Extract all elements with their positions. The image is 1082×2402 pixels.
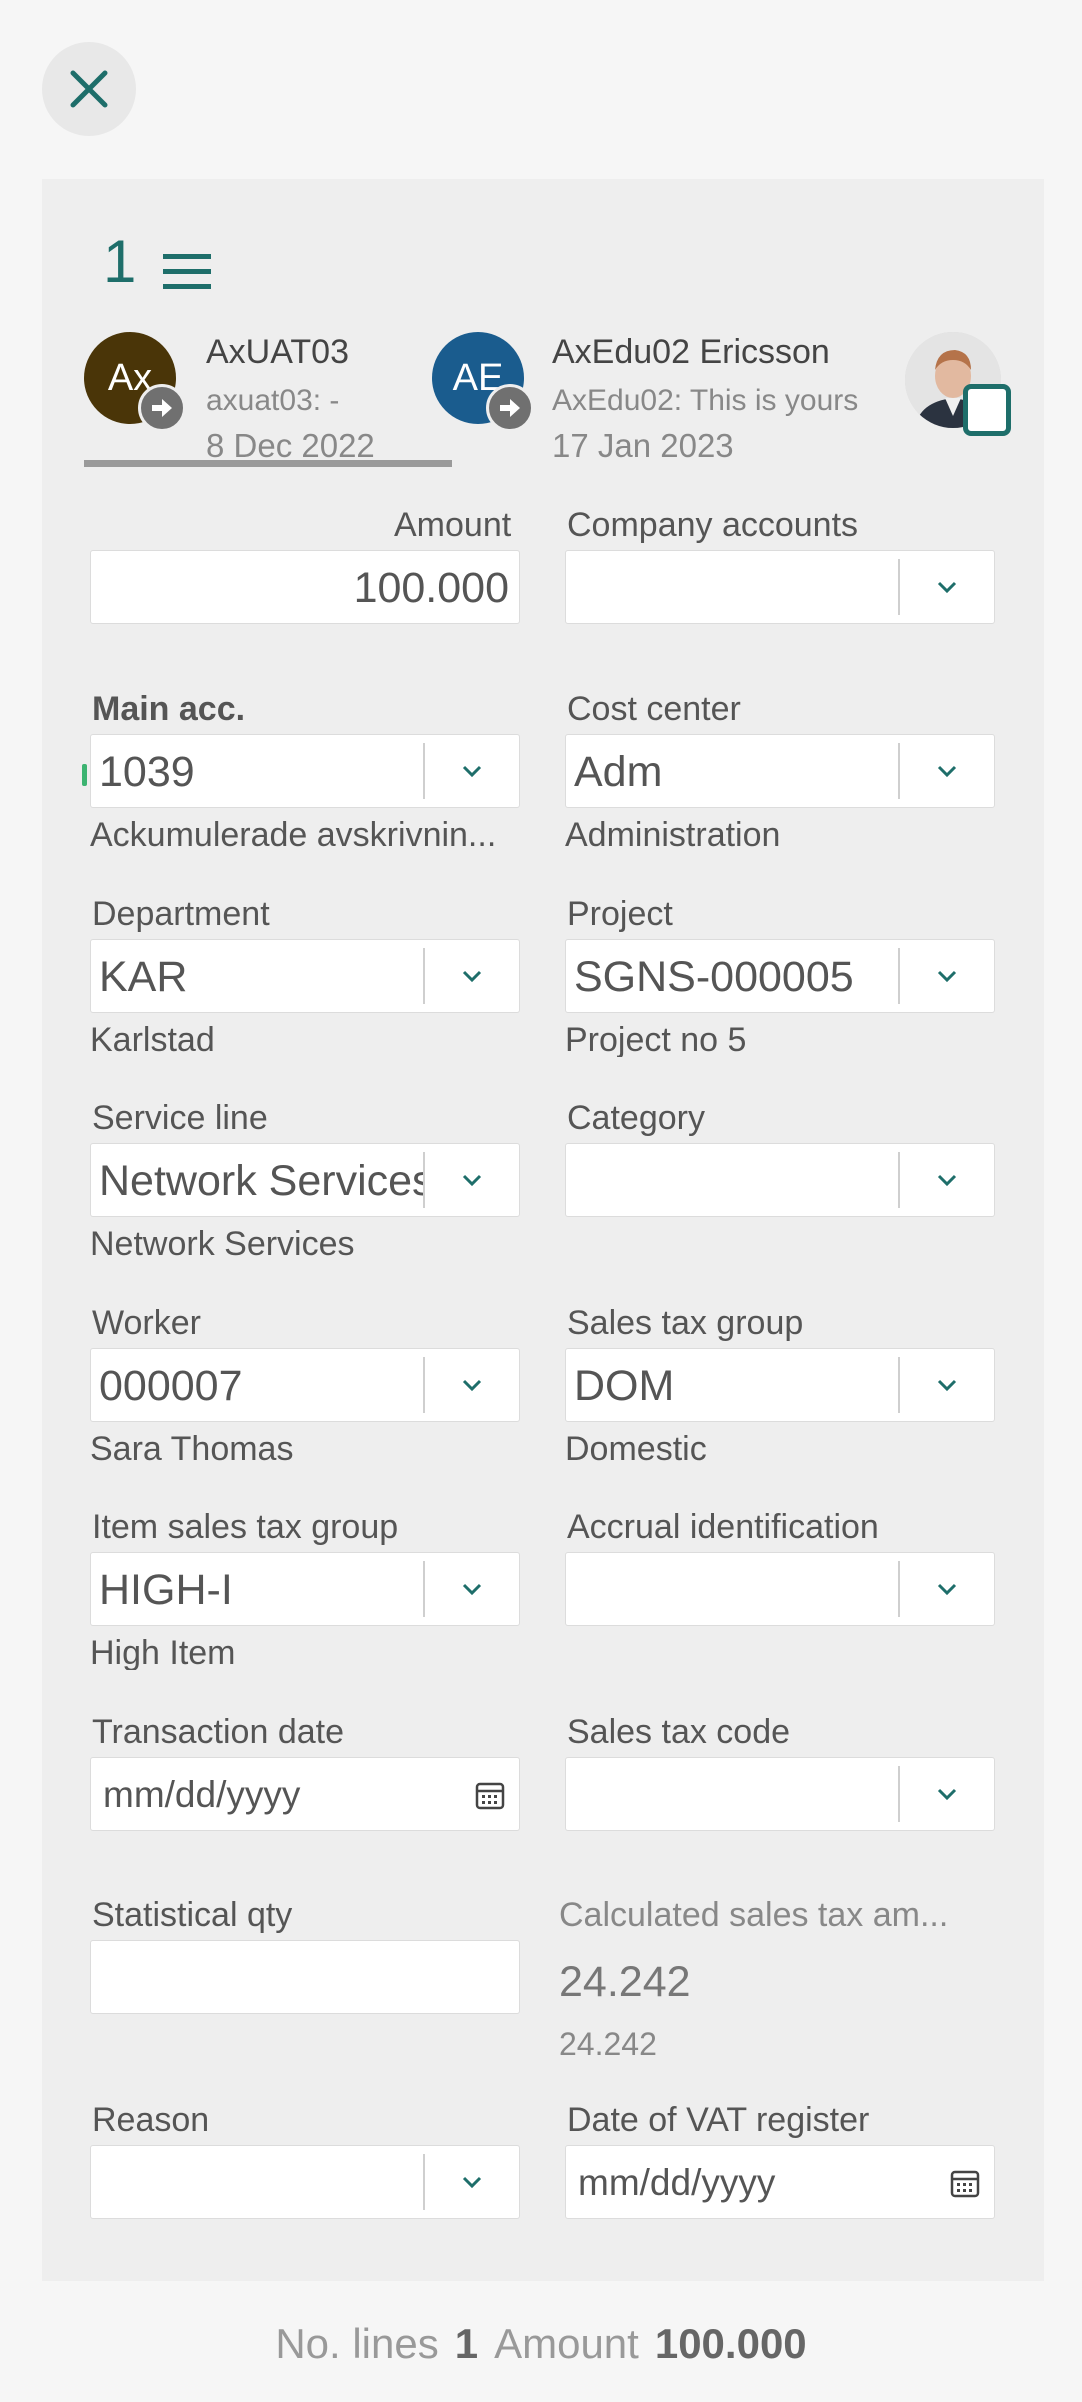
worker-field[interactable]: 000007 — [90, 1348, 520, 1422]
cost-center-value: Adm — [574, 748, 663, 796]
accrual-identification-field[interactable] — [565, 1552, 995, 1626]
chevron-down-icon[interactable] — [425, 940, 519, 1012]
cost-center-description: Administration — [565, 818, 781, 852]
close-button[interactable] — [42, 42, 136, 136]
vat-register-date-label: Date of VAT register — [567, 2101, 870, 2139]
category-label: Category — [567, 1099, 705, 1137]
cost-center-label: Cost center — [567, 690, 741, 728]
amount-value: 100.000 — [353, 564, 509, 612]
event-subtitle: axuat03: - — [206, 384, 340, 417]
sales-tax-code-value — [574, 1758, 898, 1830]
statistical-qty-field[interactable] — [90, 1940, 520, 2014]
chevron-down-icon[interactable] — [900, 735, 994, 807]
worker-value: 000007 — [99, 1362, 243, 1410]
calculated-sales-tax-sub: 24.242 — [559, 2026, 657, 2062]
category-field[interactable] — [565, 1143, 995, 1217]
amount-field[interactable]: 100.000 — [90, 550, 520, 624]
department-description: Karlstad — [90, 1023, 215, 1057]
select-checkbox[interactable] — [963, 384, 1011, 436]
statistical-qty-label: Statistical qty — [92, 1896, 293, 1934]
chevron-down-icon[interactable] — [425, 1144, 519, 1216]
chevron-down-icon[interactable] — [425, 1553, 519, 1625]
item-sales-tax-group-value: HIGH-I — [99, 1566, 233, 1614]
accrual-identification-label: Accrual identification — [567, 1508, 879, 1546]
company-accounts-value — [574, 551, 898, 623]
chevron-down-icon[interactable] — [900, 1553, 994, 1625]
main-acc-field[interactable]: 1039 — [90, 734, 520, 808]
vat-register-date-field[interactable]: mm/dd/yyyy — [565, 2145, 995, 2219]
amount-label: Amount — [394, 506, 512, 544]
cost-center-field[interactable]: Adm — [565, 734, 995, 808]
vat-register-date-placeholder: mm/dd/yyyy — [578, 2162, 776, 2203]
summary-footer: No. lines 1 Amount 100.000 — [0, 2320, 1082, 2368]
lines-value: 1 — [454, 2320, 479, 2367]
chevron-down-icon[interactable] — [425, 2146, 519, 2218]
event-title: AxUAT03 — [206, 333, 349, 371]
transaction-date-label: Transaction date — [92, 1713, 344, 1751]
company-accounts-field[interactable] — [565, 550, 995, 624]
reason-label: Reason — [92, 2101, 210, 2139]
worker-description: Sara Thomas — [90, 1432, 294, 1466]
statistical-qty-value — [99, 1941, 509, 2013]
service-line-field[interactable]: Network Services — [90, 1143, 520, 1217]
main-acc-value: 1039 — [99, 748, 195, 796]
category-value — [574, 1144, 898, 1216]
sales-tax-group-field[interactable]: DOM — [565, 1348, 995, 1422]
required-marker — [82, 764, 87, 786]
calculated-sales-tax-value: 24.242 — [559, 1958, 691, 2006]
chevron-down-icon[interactable] — [900, 1349, 994, 1421]
department-label: Department — [92, 895, 270, 933]
reason-value — [99, 2146, 423, 2218]
sales-tax-group-label: Sales tax group — [567, 1304, 804, 1342]
sales-tax-group-description: Domestic — [565, 1432, 707, 1466]
item-sales-tax-group-label: Item sales tax group — [92, 1508, 399, 1546]
sales-tax-group-value: DOM — [574, 1362, 675, 1410]
chevron-down-icon[interactable] — [900, 940, 994, 1012]
transaction-date-placeholder: mm/dd/yyyy — [103, 1774, 301, 1815]
sales-tax-code-label: Sales tax code — [567, 1713, 791, 1751]
worker-label: Worker — [92, 1304, 201, 1342]
item-sales-tax-group-description: High Item — [90, 1636, 236, 1670]
lines-label: No. lines — [275, 2320, 439, 2367]
close-icon — [70, 70, 108, 108]
event-title: AxEdu02 Ericsson — [552, 333, 830, 371]
menu-icon[interactable] — [163, 252, 211, 292]
service-line-description: Network Services — [90, 1227, 355, 1261]
chevron-down-icon[interactable] — [425, 735, 519, 807]
chevron-down-icon[interactable] — [900, 1758, 994, 1830]
main-acc-description: Ackumulerade avskrivnin... — [90, 818, 497, 852]
chevron-down-icon[interactable] — [900, 1144, 994, 1216]
amount-total-value: 100.000 — [654, 2320, 807, 2367]
arrow-right-icon — [138, 384, 186, 432]
event-subtitle: AxEdu02: This is yours — [552, 384, 859, 417]
calendar-icon[interactable] — [950, 2168, 980, 2198]
project-field[interactable]: SGNS-000005 — [565, 939, 995, 1013]
main-acc-label: Main acc. — [92, 690, 246, 728]
sales-tax-code-field[interactable] — [565, 1757, 995, 1831]
project-label: Project — [567, 895, 673, 933]
accrual-identification-value — [574, 1553, 898, 1625]
amount-total-label: Amount — [494, 2320, 639, 2367]
line-number: 1 — [103, 228, 137, 295]
chevron-down-icon[interactable] — [425, 1349, 519, 1421]
calendar-icon[interactable] — [475, 1780, 505, 1810]
event-date: 17 Jan 2023 — [552, 427, 734, 464]
arrow-right-icon — [486, 384, 534, 432]
chevron-down-icon[interactable] — [900, 551, 994, 623]
transaction-date-field[interactable]: mm/dd/yyyy — [90, 1757, 520, 1831]
company-accounts-label: Company accounts — [567, 506, 859, 544]
item-sales-tax-group-field[interactable]: HIGH-I — [90, 1552, 520, 1626]
project-value: SGNS-000005 — [574, 953, 854, 1001]
project-description: Project no 5 — [565, 1023, 747, 1057]
reason-field[interactable] — [90, 2145, 520, 2219]
department-value: KAR — [99, 953, 188, 1001]
calculated-sales-tax-label: Calculated sales tax am... — [559, 1896, 949, 1934]
service-line-value: Network Services — [99, 1157, 423, 1205]
service-line-label: Service line — [92, 1099, 268, 1137]
selected-event-indicator — [84, 460, 452, 467]
department-field[interactable]: KAR — [90, 939, 520, 1013]
